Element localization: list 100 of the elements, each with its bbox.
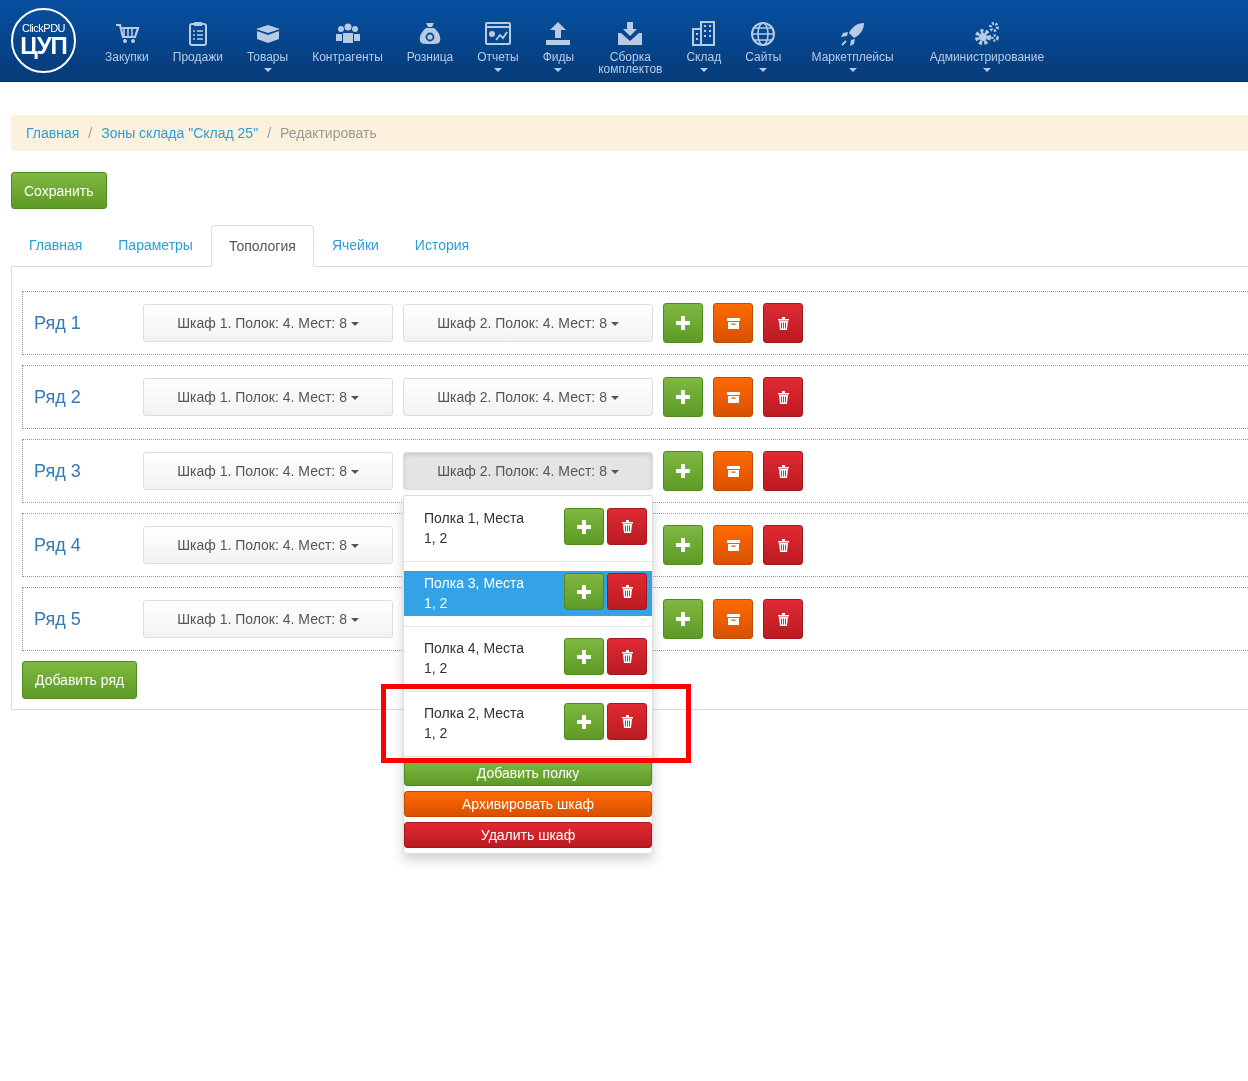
- caret-icon: [263, 67, 272, 72]
- trash-icon: [621, 650, 633, 663]
- delete-row-button[interactable]: [763, 525, 803, 565]
- delete-row-button[interactable]: [763, 599, 803, 639]
- caret-icon: [554, 67, 563, 72]
- row-title: Ряд 1: [34, 312, 82, 334]
- archive-icon: [726, 465, 740, 477]
- shelf-item[interactable]: Полка 4, Места 1, 2: [404, 636, 652, 681]
- trash-icon: [621, 715, 633, 728]
- shelf-label: Полка 3, Места 1, 2: [424, 574, 526, 613]
- plus-icon: [577, 584, 591, 599]
- row-title: Ряд 2: [34, 386, 82, 408]
- add-place-button[interactable]: [564, 573, 604, 610]
- gears-icon: [972, 19, 1001, 47]
- logo-title: ЦУП: [20, 34, 67, 58]
- cabinet-dropdown-button[interactable]: Шкаф 2. Полок: 4. Мест: 8: [403, 378, 653, 416]
- cabinet-dropdown-button[interactable]: Шкаф 1. Полок: 4. Мест: 8: [143, 378, 393, 416]
- add-cabinet-button[interactable]: [663, 599, 703, 639]
- add-place-button[interactable]: [564, 703, 604, 740]
- delete-cabinet-button[interactable]: Удалить шкаф: [404, 822, 652, 848]
- cabinet-dropdown-button[interactable]: Шкаф 1. Полок: 4. Мест: 8: [143, 452, 393, 490]
- shelf-label: Полка 4, Места 1, 2: [424, 639, 526, 678]
- chart-window-icon: [484, 19, 512, 47]
- archive-row-button[interactable]: [713, 451, 753, 491]
- archive-row-button[interactable]: [713, 377, 753, 417]
- trash-icon: [777, 464, 789, 478]
- logo[interactable]: ClickPDU ЦУП: [11, 8, 76, 73]
- archive-row-button[interactable]: [713, 599, 753, 639]
- trash-icon: [777, 538, 789, 552]
- nav-item[interactable]: Закупки: [93, 19, 161, 63]
- nav-item[interactable]: Сборка комплектов: [586, 19, 675, 75]
- archive-icon: [726, 391, 740, 403]
- nav-item[interactable]: Отчеты: [465, 19, 531, 72]
- archive-row-button[interactable]: [713, 525, 753, 565]
- add-cabinet-button[interactable]: [663, 303, 703, 343]
- add-place-button[interactable]: [564, 508, 604, 545]
- inbox-download-icon: [616, 19, 645, 47]
- archive-row-button[interactable]: [713, 303, 753, 343]
- plus-icon: [577, 649, 591, 664]
- plus-icon: [676, 390, 690, 404]
- add-cabinet-button[interactable]: [663, 451, 703, 491]
- plus-icon: [577, 519, 591, 534]
- delete-shelf-button[interactable]: [607, 508, 647, 545]
- trash-icon: [621, 585, 633, 598]
- nav-item[interactable]: Розница: [394, 19, 466, 63]
- trash-icon: [621, 520, 633, 533]
- plus-icon: [577, 714, 591, 729]
- archive-icon: [726, 539, 740, 551]
- add-cabinet-button[interactable]: [663, 525, 703, 565]
- trash-icon: [777, 390, 789, 404]
- nav-item[interactable]: Продажи: [160, 19, 235, 63]
- nav-item[interactable]: Фиды: [530, 19, 587, 72]
- breadcrumb-separator: /: [267, 125, 271, 141]
- shelf-label: Полка 1, Места 1, 2: [424, 509, 526, 548]
- add-place-button[interactable]: [564, 638, 604, 675]
- cabinet-dropdown-button[interactable]: Шкаф 2. Полок: 4. Мест: 8: [403, 452, 653, 490]
- delete-shelf-button[interactable]: [607, 573, 647, 610]
- trash-icon: [777, 316, 789, 330]
- caret-icon: [494, 67, 502, 72]
- caret-icon: [982, 67, 991, 72]
- delete-row-button[interactable]: [763, 303, 803, 343]
- building-icon: [689, 19, 718, 47]
- nav-item[interactable]: Маркетплейсы: [793, 19, 912, 72]
- archive-cabinet-button[interactable]: Архивировать шкаф: [404, 791, 652, 817]
- nav-item[interactable]: Склад: [674, 19, 734, 72]
- row-title: Ряд 3: [34, 460, 82, 482]
- row-title: Ряд 4: [34, 534, 82, 556]
- breadcrumb-separator: /: [88, 125, 93, 141]
- upload-icon: [544, 19, 573, 47]
- caret-icon: [699, 67, 708, 72]
- breadcrumb-current: Редактировать: [280, 125, 377, 141]
- cabinet-dropdown-button[interactable]: Шкаф 1. Полок: 4. Мест: 8: [143, 304, 393, 342]
- plus-icon: [676, 612, 690, 626]
- plus-icon: [676, 316, 690, 330]
- tab[interactable]: Топология: [210, 225, 314, 267]
- shelf-item[interactable]: Полка 2, Места 1, 2: [404, 701, 652, 746]
- archive-icon: [726, 613, 740, 625]
- plus-icon: [676, 464, 690, 478]
- shelf-label: Полка 2, Места 1, 2: [424, 704, 526, 743]
- archive-icon: [726, 317, 740, 329]
- delete-shelf-button[interactable]: [607, 638, 647, 675]
- plus-icon: [676, 538, 690, 552]
- delete-shelf-button[interactable]: [607, 703, 647, 740]
- row-title: Ряд 5: [34, 608, 82, 630]
- delete-row-button[interactable]: [763, 451, 803, 491]
- shelf-item[interactable]: Полка 1, Места 1, 2: [404, 497, 652, 551]
- nav-item[interactable]: Сайты: [733, 19, 794, 72]
- logo-text: ClickPDU: [21, 23, 66, 34]
- cabinet-dropdown-button[interactable]: Шкаф 2. Полок: 4. Мест: 8: [403, 304, 653, 342]
- nav-item[interactable]: Администрирование: [911, 19, 1063, 72]
- globe-icon: [749, 19, 778, 47]
- caret-icon: [759, 67, 768, 72]
- nav-item[interactable]: Контрагенты: [300, 19, 395, 63]
- delete-row-button[interactable]: [763, 377, 803, 417]
- trash-icon: [777, 612, 789, 626]
- add-cabinet-button[interactable]: [663, 377, 703, 417]
- cabinet-dropdown-button[interactable]: Шкаф 1. Полок: 4. Мест: 8: [143, 600, 393, 638]
- nav-item[interactable]: Товары: [234, 19, 301, 72]
- cabinet-dropdown-button[interactable]: Шкаф 1. Полок: 4. Мест: 8: [143, 526, 393, 564]
- caret-icon: [848, 67, 857, 72]
